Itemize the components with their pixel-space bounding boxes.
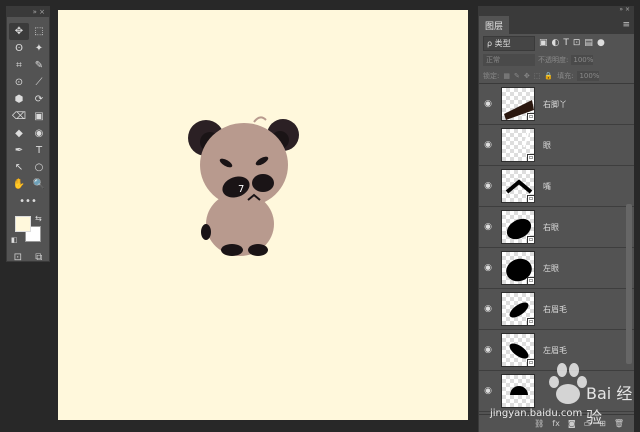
- watermark-url: jingyan.baidu.com: [490, 408, 583, 419]
- layer-name: 右脚丫: [543, 99, 567, 109]
- document-canvas[interactable]: 7: [58, 10, 468, 420]
- pen-icon[interactable]: ✒: [9, 142, 29, 159]
- type-filter-icon[interactable]: T: [563, 38, 569, 48]
- path-select-icon[interactable]: ↖: [9, 159, 29, 176]
- blend-mode-select[interactable]: 正常: [483, 54, 535, 66]
- default-colors-icon[interactable]: ◧: [11, 236, 18, 244]
- layer-name: 嘴: [543, 181, 551, 191]
- stamp-icon[interactable]: ⬢: [9, 91, 29, 108]
- add-mask-icon[interactable]: ◙: [568, 419, 576, 428]
- layer-row[interactable]: ◉ ▫ 嘴: [479, 166, 634, 207]
- screen-mode-icon[interactable]: ⧉: [35, 252, 42, 263]
- opacity-field[interactable]: 100%: [571, 55, 593, 65]
- svg-text:7: 7: [238, 184, 244, 195]
- quick-mask-icon[interactable]: ⊡: [14, 252, 22, 263]
- gradient-icon[interactable]: ▣: [29, 108, 49, 125]
- visibility-eye-icon[interactable]: ◉: [479, 99, 497, 109]
- panel-menu-icon[interactable]: ≡: [622, 20, 634, 34]
- layer-thumbnail: ▫: [501, 292, 535, 326]
- visibility-eye-icon[interactable]: ◉: [479, 386, 497, 396]
- layers-panel-header[interactable]: » ×: [479, 6, 634, 14]
- layer-row[interactable]: ◉ ▫ 右眉毛: [479, 289, 634, 330]
- smart-object-icon: ▫: [527, 154, 535, 162]
- layer-row[interactable]: ◉ ▫ 右眼: [479, 207, 634, 248]
- lock-transparent-icon[interactable]: ▦: [503, 72, 510, 80]
- brush-icon[interactable]: ⟋: [29, 74, 49, 91]
- layer-thumbnail: ▫: [501, 128, 535, 162]
- smart-object-filter-icon[interactable]: ▤: [584, 38, 593, 48]
- visibility-eye-icon[interactable]: ◉: [479, 140, 497, 150]
- layer-name: 左眼: [543, 263, 559, 273]
- color-swatches: ⇆ ◧: [11, 214, 49, 248]
- shape-filter-icon[interactable]: ⊡: [573, 38, 581, 48]
- layer-row[interactable]: ◉ ▫ 眼: [479, 125, 634, 166]
- lock-position-icon[interactable]: ✥: [524, 72, 530, 80]
- link-layers-icon[interactable]: ⛓: [534, 419, 544, 428]
- move-icon[interactable]: ✥: [9, 23, 29, 40]
- smart-object-icon: ▫: [527, 113, 535, 121]
- layer-name: 眼: [543, 140, 551, 150]
- visibility-eye-icon[interactable]: ◉: [479, 263, 497, 273]
- smart-object-icon: ▫: [527, 236, 535, 244]
- tools-panel-header[interactable]: » ×: [7, 7, 49, 17]
- visibility-eye-icon[interactable]: ◉: [479, 222, 497, 232]
- layer-style-icon[interactable]: fx: [552, 419, 560, 428]
- layer-name: 右眉毛: [543, 304, 567, 314]
- adjustment-filter-icon[interactable]: ◐: [552, 38, 560, 48]
- dodge-icon[interactable]: ◉: [29, 125, 49, 142]
- magic-wand-icon[interactable]: ✦: [29, 40, 49, 57]
- layer-row[interactable]: ◉ ▫ 左眼: [479, 248, 634, 289]
- visibility-eye-icon[interactable]: ◉: [479, 345, 497, 355]
- tool-grid: ✥ ⬚ ʘ ✦ ⌗ ✎ ⊙ ⟋ ⬢ ⟳ ⌫ ▣ ◆ ◉ ✒ T ↖ ○ ✋ 🔍: [7, 17, 49, 193]
- filter-toggle-icon[interactable]: ●: [597, 38, 605, 48]
- layers-scrollbar[interactable]: [626, 204, 632, 364]
- pixel-filter-icon[interactable]: ▣: [539, 38, 548, 48]
- layer-thumbnail: ▫: [501, 210, 535, 244]
- opacity-label: 不透明度:: [538, 56, 569, 64]
- layer-thumbnail: ▫: [501, 333, 535, 367]
- layer-thumbnail: ▫: [501, 169, 535, 203]
- layers-panel: » × 图层 ≡ ρ 类型 ▣ ◐ T ⊡ ▤ ● 正常 不透明度: 100% …: [478, 6, 634, 432]
- layer-row[interactable]: ◉ ▫ 右脚丫: [479, 84, 634, 125]
- crop-icon[interactable]: ⌗: [9, 57, 29, 74]
- smart-object-icon: ▫: [527, 318, 535, 326]
- layer-row[interactable]: ◉ ▫ 左眉毛: [479, 330, 634, 371]
- marquee-icon[interactable]: ⬚: [29, 23, 49, 40]
- fill-field[interactable]: 100%: [577, 70, 599, 81]
- layer-filter-select[interactable]: ρ 类型: [483, 35, 535, 51]
- visibility-eye-icon[interactable]: ◉: [479, 181, 497, 191]
- ellipse-icon[interactable]: ○: [29, 159, 49, 176]
- history-brush-icon[interactable]: ⟳: [29, 91, 49, 108]
- layer-thumbnail: ▫: [501, 87, 535, 121]
- smart-object-icon: ▫: [527, 277, 535, 285]
- layer-thumbnail: [501, 374, 535, 408]
- lock-image-icon[interactable]: ✎: [514, 72, 520, 80]
- lasso-icon[interactable]: ʘ: [9, 40, 29, 57]
- layer-list: ◉ ▫ 右脚丫 ◉ ▫ 眼 ◉ ▫ 嘴 ◉ ▫ 右眼 ◉ ▫ 左眼 ◉ ▫ 右眉…: [479, 84, 634, 412]
- lock-label: 锁定:: [483, 71, 500, 80]
- type-icon[interactable]: T: [29, 142, 49, 159]
- smart-object-icon: ▫: [527, 195, 535, 203]
- layer-name: 左眉毛: [543, 345, 567, 355]
- more-tools-icon[interactable]: •••: [7, 193, 49, 210]
- swap-colors-icon[interactable]: ⇆: [35, 214, 42, 223]
- hand-icon[interactable]: ✋: [9, 176, 29, 193]
- watermark-text: Bai 经验: [586, 384, 633, 427]
- visibility-eye-icon[interactable]: ◉: [479, 304, 497, 314]
- layer-thumbnail: ▫: [501, 251, 535, 285]
- tab-layers[interactable]: 图层: [479, 16, 510, 34]
- eraser-icon[interactable]: ⌫: [9, 108, 29, 125]
- zoom-icon[interactable]: 🔍: [29, 176, 49, 193]
- eyedropper-icon[interactable]: ✎: [29, 57, 49, 74]
- spot-heal-icon[interactable]: ⊙: [9, 74, 29, 91]
- tools-panel: » × ✥ ⬚ ʘ ✦ ⌗ ✎ ⊙ ⟋ ⬢ ⟳ ⌫ ▣ ◆ ◉ ✒ T ↖ ○ ✋ 🔍 ••• ⇆ ◧ ⊡ ⧉: [6, 6, 50, 263]
- layer-name: 右眼: [543, 222, 559, 232]
- lock-artboard-icon[interactable]: ⬚: [534, 72, 541, 80]
- smart-object-icon: ▫: [527, 359, 535, 367]
- lock-all-icon[interactable]: 🔒: [544, 72, 553, 80]
- bear-illustration: 7: [188, 116, 299, 256]
- blur-icon[interactable]: ◆: [9, 125, 29, 142]
- foreground-color-swatch[interactable]: [15, 216, 31, 232]
- fill-label: 填充:: [557, 71, 574, 80]
